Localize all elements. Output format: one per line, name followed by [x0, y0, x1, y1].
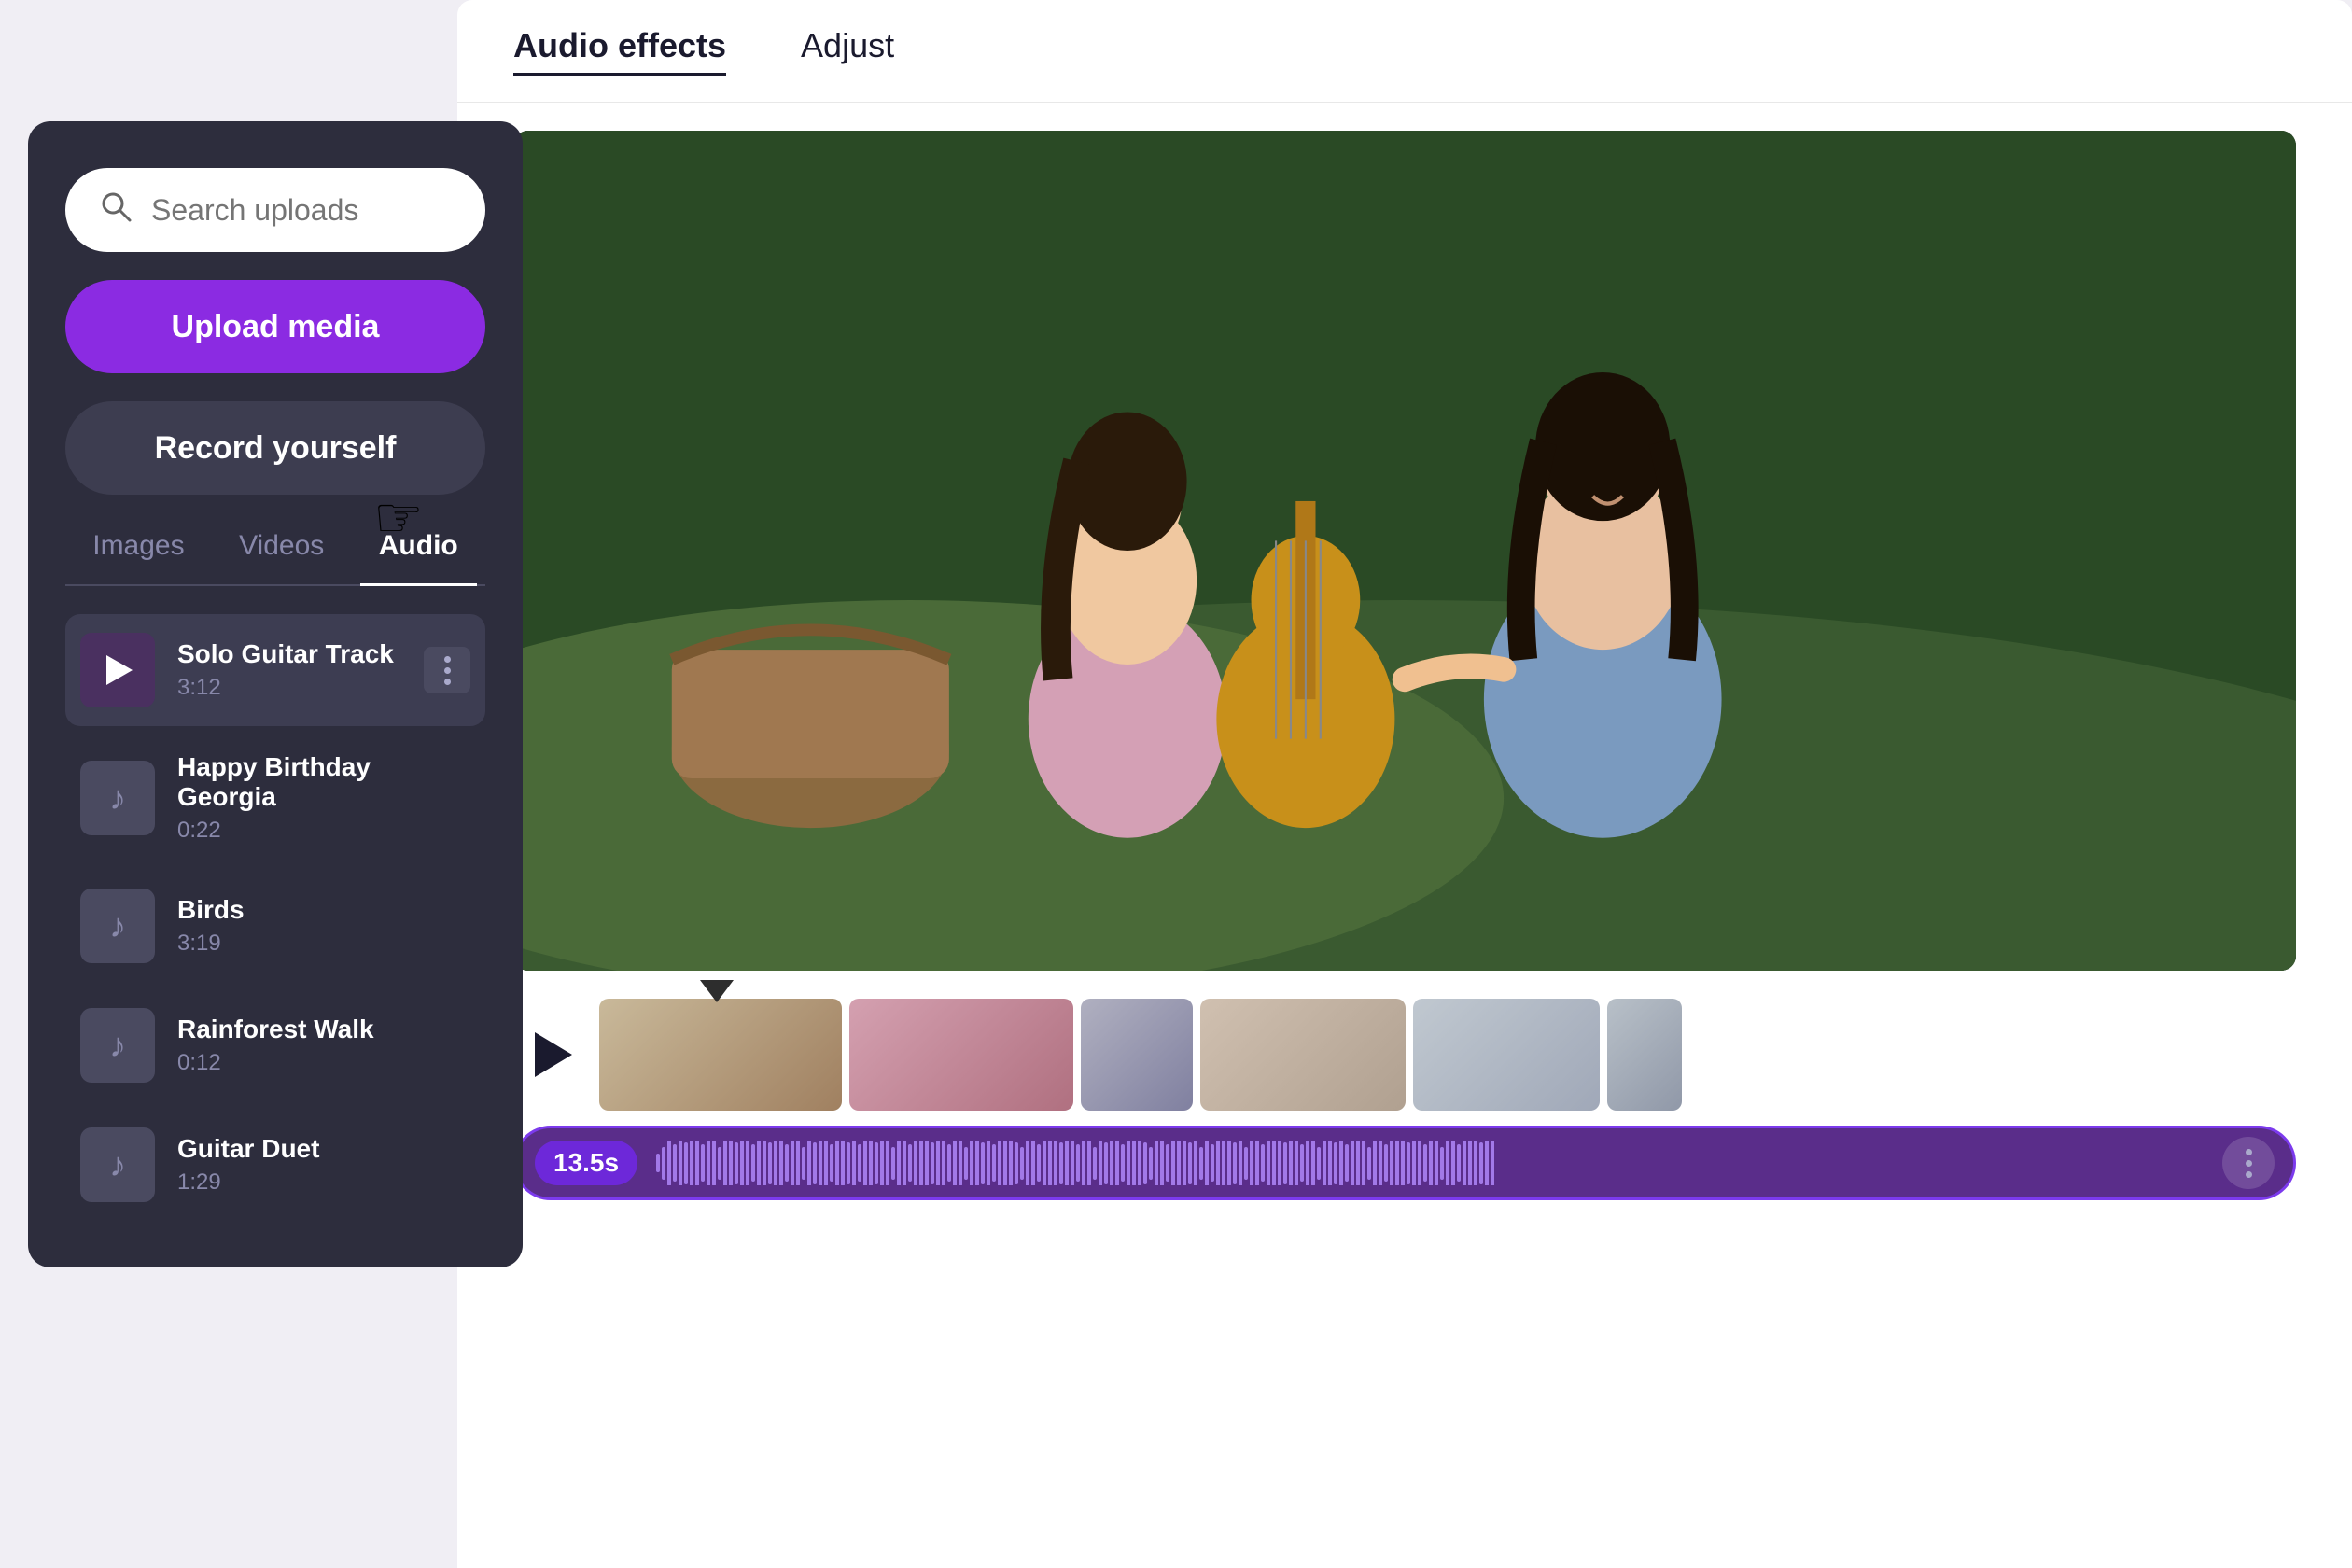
media-tabs: Images Videos Audio	[65, 523, 485, 586]
play-button[interactable]	[513, 1017, 588, 1092]
audio-item-duration: 0:22	[177, 818, 470, 844]
more-dots-icon	[444, 656, 451, 685]
tab-images[interactable]: Images	[74, 523, 203, 569]
play-triangle-icon	[535, 1032, 572, 1077]
audio-music-icon: ♪	[80, 889, 155, 963]
waveform	[656, 1141, 2204, 1185]
play-triangle-icon	[106, 655, 133, 685]
thumbnail-4	[1200, 999, 1406, 1111]
music-note-icon: ♪	[109, 1026, 126, 1065]
audio-item-more-button[interactable]	[424, 647, 470, 693]
audio-music-icon: ♪	[80, 1008, 155, 1083]
audio-track-menu-button[interactable]	[2222, 1137, 2275, 1189]
audio-music-icon: ♪	[80, 1127, 155, 1202]
tab-audio[interactable]: Audio	[360, 523, 477, 586]
audio-item-solo-guitar[interactable]: Solo Guitar Track 3:12	[65, 614, 485, 726]
timeline-strip	[513, 999, 2296, 1111]
tab-videos[interactable]: Videos	[220, 523, 343, 569]
audio-list: Solo Guitar Track 3:12 ♪ Happy Birthday …	[65, 614, 485, 1221]
upload-media-button[interactable]: Upload media	[65, 280, 485, 373]
video-preview	[513, 131, 2296, 971]
video-image	[513, 131, 2296, 971]
right-panel: Audio effects Adjust	[457, 0, 2352, 1568]
audio-timestamp: 13.5s	[535, 1141, 637, 1185]
thumbnail-5	[1413, 999, 1600, 1111]
audio-item-info: Rainforest Walk 0:12	[177, 1015, 470, 1076]
audio-item-info: Birds 3:19	[177, 895, 470, 957]
audio-item-duration: 3:19	[177, 931, 470, 957]
tab-adjust[interactable]: Adjust	[801, 26, 894, 76]
audio-item-title: Rainforest Walk	[177, 1015, 470, 1044]
music-note-icon: ♪	[109, 778, 126, 818]
audio-track[interactable]: 13.5s	[513, 1126, 2296, 1200]
search-icon	[99, 189, 133, 231]
audio-item-duration: 3:12	[177, 675, 401, 701]
thumbnail-1	[599, 999, 842, 1111]
left-panel: Upload media Record yourself Images Vide…	[28, 121, 523, 1267]
audio-item-guitar-duet[interactable]: ♪ Guitar Duet 1:29	[65, 1109, 485, 1221]
video-thumbnails	[599, 999, 2296, 1111]
audio-item-title: Guitar Duet	[177, 1134, 470, 1164]
thumbnail-3	[1081, 999, 1193, 1111]
thumbnail-2	[849, 999, 1073, 1111]
audio-item-title: Solo Guitar Track	[177, 639, 401, 669]
timeline-marker	[700, 980, 734, 1002]
audio-item-info: Guitar Duet 1:29	[177, 1134, 470, 1196]
audio-item-duration: 1:29	[177, 1169, 470, 1196]
tab-audio-effects[interactable]: Audio effects	[513, 26, 726, 76]
audio-play-icon	[80, 633, 155, 707]
music-note-icon: ♪	[109, 1145, 126, 1184]
thumbnail-6	[1607, 999, 1682, 1111]
search-input[interactable]	[151, 193, 543, 228]
audio-item-duration: 0:12	[177, 1050, 470, 1076]
audio-item-title: Birds	[177, 895, 470, 925]
audio-music-icon: ♪	[80, 761, 155, 835]
music-note-icon: ♪	[109, 906, 126, 945]
record-yourself-button[interactable]: Record yourself	[65, 401, 485, 495]
audio-item-happy-birthday[interactable]: ♪ Happy Birthday Georgia 0:22	[65, 734, 485, 862]
tabs-bar: Audio effects Adjust	[457, 0, 2352, 103]
dots-icon	[2246, 1149, 2252, 1178]
search-bar[interactable]	[65, 168, 485, 252]
audio-item-rainforest-walk[interactable]: ♪ Rainforest Walk 0:12	[65, 989, 485, 1101]
audio-item-birds[interactable]: ♪ Birds 3:19	[65, 870, 485, 982]
timeline-area: 13.5s	[513, 999, 2296, 1200]
audio-item-info: Happy Birthday Georgia 0:22	[177, 752, 470, 844]
audio-item-title: Happy Birthday Georgia	[177, 752, 470, 812]
audio-item-info: Solo Guitar Track 3:12	[177, 639, 401, 701]
